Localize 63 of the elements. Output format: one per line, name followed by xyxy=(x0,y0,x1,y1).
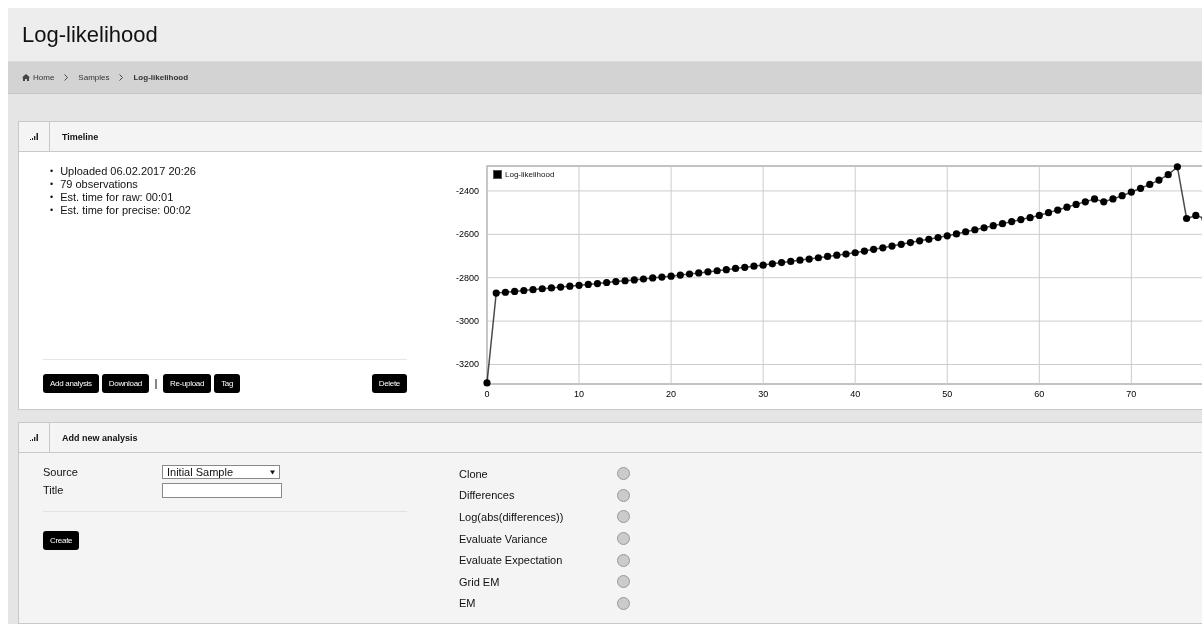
method-label: Evaluate Variance xyxy=(459,532,549,545)
data-point xyxy=(483,379,491,387)
legend-label: Log-likelihood xyxy=(505,170,555,179)
info-item: Est. time for precise: 00:02 xyxy=(60,202,191,217)
panel-title: Add new analysis xyxy=(61,432,138,443)
method-label: EM xyxy=(459,597,477,610)
radio-button[interactable] xyxy=(617,596,630,610)
list-bullet: • xyxy=(50,190,54,203)
action-button[interactable]: Download xyxy=(101,374,149,393)
method-label: Evaluate Expectation xyxy=(459,554,564,567)
action-button[interactable]: Tag xyxy=(214,374,241,393)
source-select[interactable]: Initial Sample xyxy=(162,465,280,479)
info-item: Uploaded 06.02.2017 20:26 xyxy=(60,163,196,178)
signal-bars-icon xyxy=(29,133,39,140)
data-point xyxy=(777,258,786,267)
action-button[interactable]: Re-upload xyxy=(162,374,212,393)
caret-icon xyxy=(270,469,275,475)
legend-swatch xyxy=(493,170,502,179)
axis-label: -2400 xyxy=(455,185,479,196)
radio-button[interactable] xyxy=(617,467,630,481)
breadcrumb-link[interactable]: Samples xyxy=(78,73,110,83)
radio-button[interactable] xyxy=(617,532,630,546)
breadcrumb-link[interactable]: Log-likelihood xyxy=(133,73,189,83)
page-title: Log-likelihood xyxy=(22,21,158,48)
chevron-icon xyxy=(119,74,124,82)
axis-label: 40 xyxy=(850,389,861,399)
list-bullet: • xyxy=(50,177,54,190)
axis-label: 30 xyxy=(758,389,769,399)
action-button[interactable]: Delete xyxy=(371,374,407,393)
method-label: Differences xyxy=(459,489,516,502)
radio-button[interactable] xyxy=(617,575,630,589)
panel-title: Timeline xyxy=(61,131,99,142)
method-label: Clone xyxy=(459,467,489,480)
list-bullet: • xyxy=(50,164,54,177)
home-icon xyxy=(22,74,30,82)
title-input[interactable] xyxy=(162,482,282,498)
method-label: Grid EM xyxy=(459,575,501,588)
info-item: Est. time for raw: 00:01 xyxy=(60,189,174,204)
axis-label: 0 xyxy=(484,389,490,399)
method-label: Log(abs(differences)) xyxy=(459,511,565,523)
axis-label: 70 xyxy=(1126,389,1137,399)
axis-label: 50 xyxy=(942,389,953,399)
list-bullet: • xyxy=(50,203,54,216)
axis-label: -2600 xyxy=(455,229,479,240)
breadcrumb-link[interactable]: Home xyxy=(22,73,55,83)
data-point xyxy=(906,238,915,247)
action-button[interactable]: Add analysis xyxy=(43,374,99,393)
axis-label: 10 xyxy=(574,389,585,399)
axis-label: 20 xyxy=(666,389,677,399)
radio-button[interactable] xyxy=(617,510,630,524)
axis-label: -3200 xyxy=(455,359,479,370)
info-item: 79 observations xyxy=(60,177,138,191)
radio-button[interactable] xyxy=(617,553,630,567)
data-point xyxy=(593,279,602,288)
axis-label: -2800 xyxy=(455,272,479,283)
field-label: Source xyxy=(43,466,79,478)
axis-label: -3000 xyxy=(455,316,479,327)
create-button[interactable]: Create xyxy=(43,531,80,550)
field-label: Title xyxy=(43,484,65,496)
axis-label: 60 xyxy=(1034,389,1045,399)
chevron-icon xyxy=(64,74,69,82)
signal-bars-icon xyxy=(29,434,39,441)
radio-button[interactable] xyxy=(617,488,630,502)
